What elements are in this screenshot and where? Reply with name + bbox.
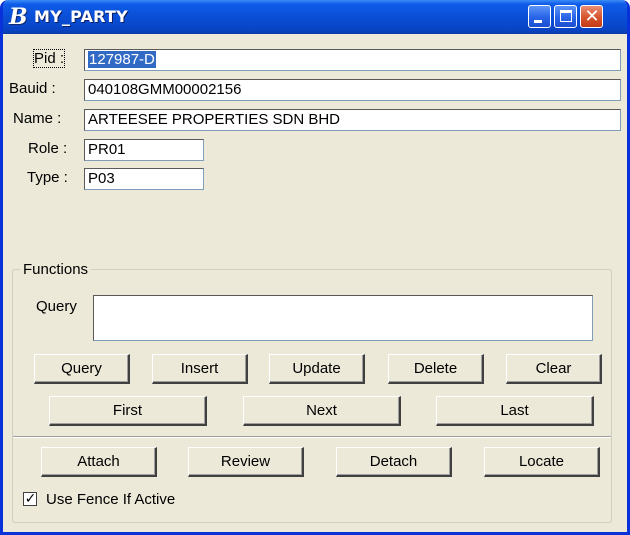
query-button[interactable]: Query <box>34 354 130 384</box>
bentley-b-icon: B <box>9 4 28 30</box>
use-fence-checkbox[interactable]: ✓ <box>23 490 37 506</box>
name-input[interactable]: ARTEESEE PROPERTIES SDN BHD <box>84 109 621 131</box>
pid-label: Pid : <box>32 49 66 68</box>
clear-button[interactable]: Clear <box>506 354 602 384</box>
type-label: Type : <box>27 169 68 186</box>
first-button[interactable]: First <box>49 396 207 426</box>
review-button[interactable]: Review <box>188 447 304 477</box>
query-label: Query <box>36 298 77 315</box>
bauid-label: Bauid : <box>9 80 56 97</box>
insert-button[interactable]: Insert <box>152 354 248 384</box>
close-icon: ✕ <box>584 6 600 27</box>
locate-button[interactable]: Locate <box>484 447 600 477</box>
window-title: MY_PARTY <box>34 7 128 26</box>
last-button[interactable]: Last <box>436 396 594 426</box>
pid-input[interactable]: 127987-D <box>84 49 621 71</box>
detach-button[interactable]: Detach <box>336 447 452 477</box>
functions-group-label: Functions <box>20 261 92 278</box>
use-fence-label[interactable]: Use Fence If Active <box>46 491 175 508</box>
next-button[interactable]: Next <box>243 396 401 426</box>
bauid-input[interactable]: 040108GMM00002156 <box>84 79 621 101</box>
my-party-window: B MY_PARTY ✕ Pid : 127987-D Bauid : 0401… <box>0 0 630 535</box>
role-label: Role : <box>28 140 68 157</box>
minimize-button[interactable] <box>528 5 551 28</box>
type-input[interactable]: P03 <box>84 168 204 190</box>
maximize-icon <box>560 10 572 22</box>
title-bar[interactable]: B MY_PARTY ✕ <box>3 0 627 34</box>
checkmark-icon: ✓ <box>24 490 37 506</box>
query-input[interactable] <box>93 295 593 341</box>
close-button[interactable]: ✕ <box>580 5 603 28</box>
name-label: Name : <box>13 110 62 127</box>
functions-divider <box>13 436 611 438</box>
role-input[interactable]: PR01 <box>84 139 204 161</box>
delete-button[interactable]: Delete <box>388 354 484 384</box>
attach-button[interactable]: Attach <box>41 447 157 477</box>
maximize-button[interactable] <box>554 5 577 28</box>
minimize-icon <box>534 20 542 23</box>
pid-value: 127987-D <box>88 51 156 68</box>
update-button[interactable]: Update <box>269 354 365 384</box>
